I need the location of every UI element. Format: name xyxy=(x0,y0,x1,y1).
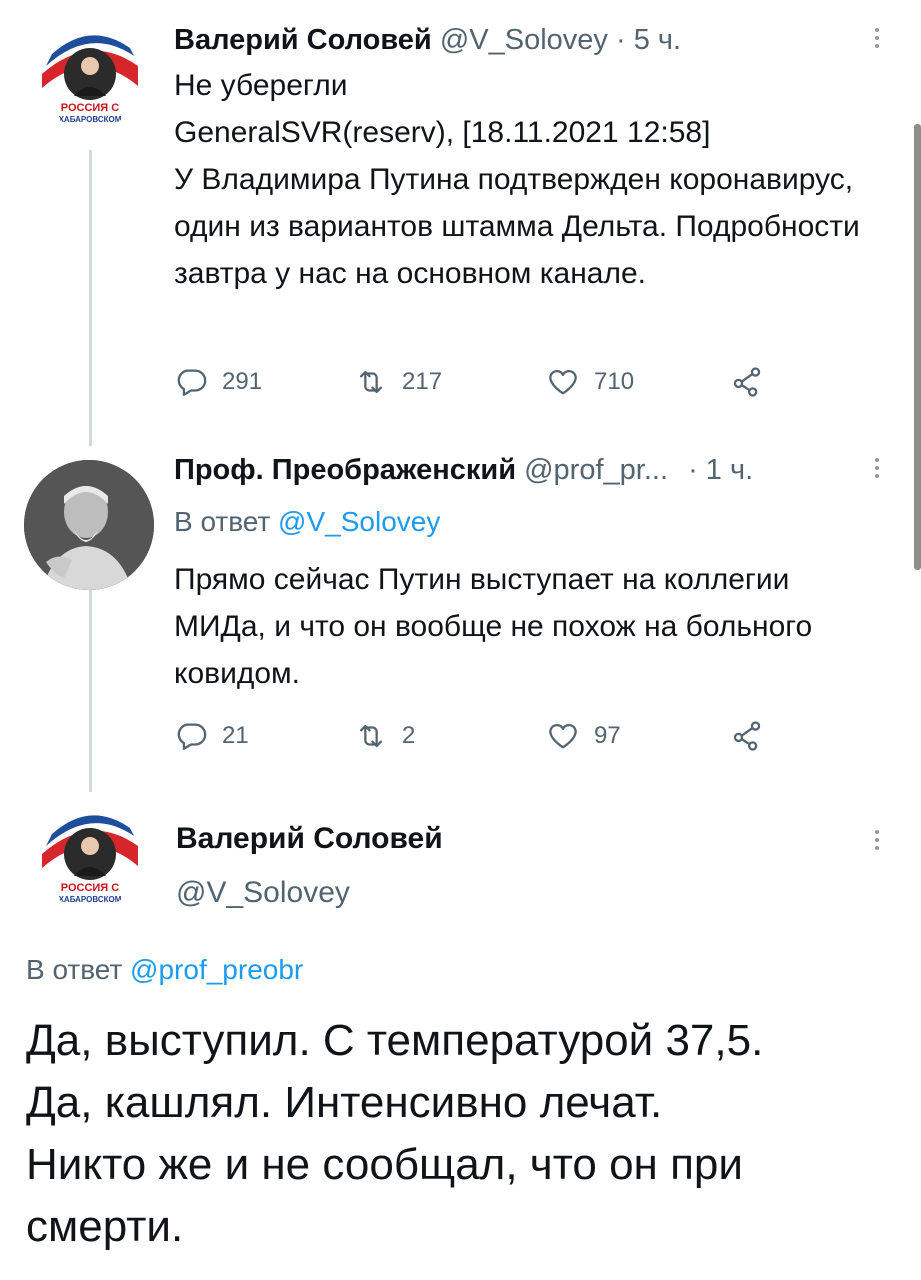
more-icon[interactable] xyxy=(874,28,880,52)
retweet-count: 217 xyxy=(402,368,443,395)
reply-prefix: В ответ xyxy=(174,506,271,537)
reply-context: В ответ @prof_preobr xyxy=(26,954,303,986)
avatar[interactable] xyxy=(24,460,154,590)
tweet-text: Прямо сейчас Путин выступает на коллегии… xyxy=(174,563,813,690)
scrollbar[interactable] xyxy=(914,124,921,570)
share-button[interactable] xyxy=(730,716,778,756)
tweet-actions: 291 217 710 xyxy=(174,362,794,402)
reply-icon xyxy=(177,723,207,750)
like-button[interactable]: 97 xyxy=(546,716,621,756)
author-handle[interactable]: @prof_pr... xyxy=(524,454,668,486)
reply-prefix: В ответ xyxy=(26,954,123,985)
reply-icon xyxy=(177,369,207,396)
retweet-count: 2 xyxy=(402,722,416,749)
avatar-caption: РОССИЯ С xyxy=(61,102,120,114)
tweet-header: Проф. Преображенский @prof_pr... · 1 ч. xyxy=(174,452,753,488)
share-button[interactable] xyxy=(730,362,778,402)
author-handle[interactable]: @V_Solovey xyxy=(440,24,608,56)
reply-button[interactable]: 21 xyxy=(174,716,249,756)
more-icon[interactable] xyxy=(874,830,880,854)
retweet-button[interactable]: 217 xyxy=(354,362,442,402)
avatar-caption: ХАБАРОВСКОМ xyxy=(59,115,122,124)
reply-button[interactable]: 291 xyxy=(174,362,262,402)
tweet-time[interactable]: · 5 ч. xyxy=(616,24,681,56)
tweet-actions: 21 2 97 xyxy=(174,716,794,756)
thread-line xyxy=(89,150,92,446)
reply-count: 21 xyxy=(222,722,249,749)
retweet-icon xyxy=(359,724,383,748)
mention-link[interactable]: @prof_preobr xyxy=(130,954,303,985)
author-name[interactable]: Валерий Соловей xyxy=(176,822,443,856)
reply-context: В ответ @V_Solovey xyxy=(174,506,440,538)
like-icon xyxy=(549,724,577,749)
tweet-header: Валерий Соловей @V_Solovey · 5 ч. xyxy=(174,22,681,58)
avatar[interactable]: РОССИЯ С ХАБАРОВСКОМ xyxy=(38,806,142,910)
like-button[interactable]: 710 xyxy=(546,362,634,402)
avatar-caption: РОССИЯ С xyxy=(61,882,120,894)
author-name[interactable]: Проф. Преображенский xyxy=(174,454,516,486)
like-count: 97 xyxy=(594,722,621,749)
like-count: 710 xyxy=(594,368,635,395)
avatar-caption: ХАБАРОВСКОМ xyxy=(59,895,122,904)
tweet-text: Не уберегли GeneralSVR(reserv), [18.11.2… xyxy=(174,69,860,290)
avatar[interactable]: РОССИЯ С ХАБАРОВСКОМ xyxy=(38,26,142,130)
retweet-icon xyxy=(359,370,383,394)
like-icon xyxy=(549,370,577,395)
tweet-time[interactable]: · 1 ч. xyxy=(688,454,753,486)
more-icon[interactable] xyxy=(874,458,880,482)
mention-link[interactable]: @V_Solovey xyxy=(278,506,440,537)
share-icon xyxy=(733,721,761,751)
retweet-button[interactable]: 2 xyxy=(354,716,415,756)
share-icon xyxy=(733,367,761,397)
author-name[interactable]: Валерий Соловей xyxy=(174,24,432,56)
thread-line xyxy=(89,582,92,792)
author-handle[interactable]: @V_Solovey xyxy=(176,876,350,910)
tweet-text: Да, выступил. С температурой 37,5. Да, к… xyxy=(26,1016,764,1251)
reply-count: 291 xyxy=(222,368,263,395)
